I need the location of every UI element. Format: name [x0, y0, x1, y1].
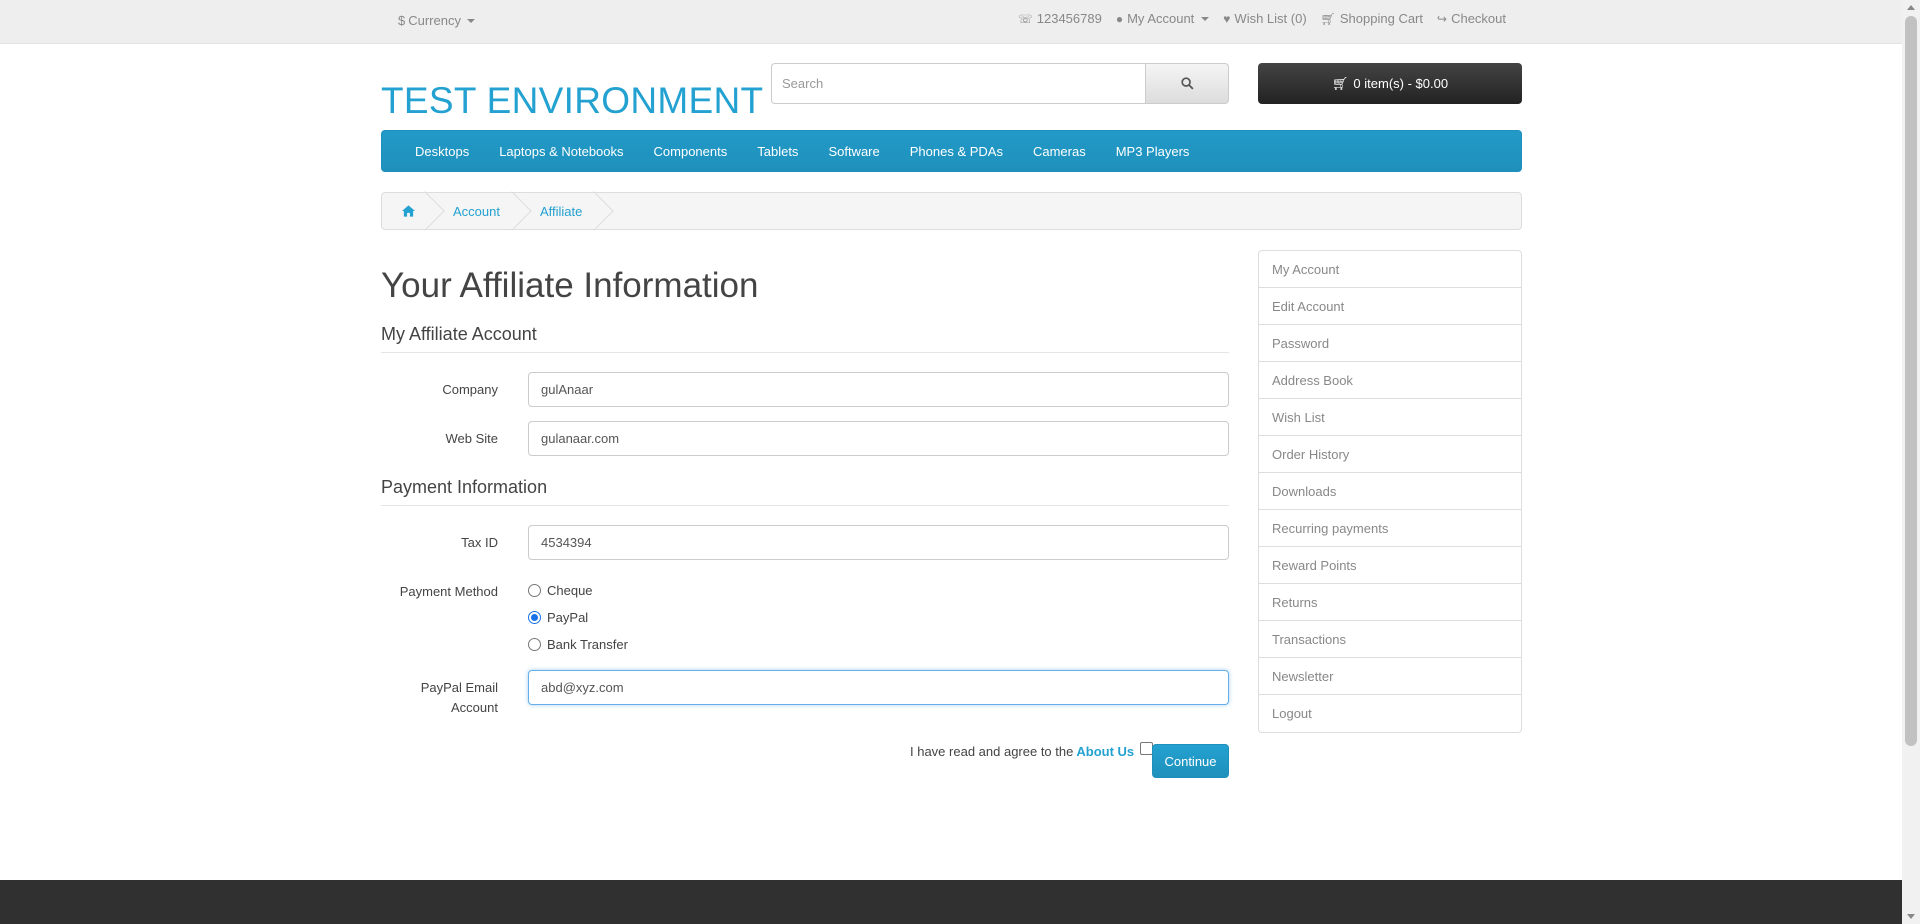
website-label: Web Site [445, 431, 498, 446]
checkout-link[interactable]: ↪ Checkout [1437, 11, 1506, 26]
caret-down-icon [1201, 16, 1210, 21]
paypal-email-input[interactable] [528, 670, 1229, 705]
menu-item-mp3[interactable]: MP3 Players [1101, 144, 1205, 159]
payment-option-cheque[interactable]: Cheque [528, 583, 593, 598]
top-bar: $ Currency ☏ 123456789 ● My Account ♥ Wi… [0, 0, 1902, 44]
heart-icon: ♥ [1223, 11, 1231, 26]
website-input[interactable] [528, 421, 1229, 456]
paypal-email-label: PayPal Email Account [381, 678, 498, 718]
currency-dropdown[interactable]: $ Currency [398, 13, 475, 28]
shopping-cart-link[interactable]: 🛒︎ Shopping Cart [1321, 11, 1423, 26]
cart-icon: 🛒︎ [1331, 75, 1349, 91]
agree-row: I have read and agree to the About Us [910, 742, 1161, 759]
payment-option-label: Cheque [547, 583, 593, 598]
menu-item-desktops[interactable]: Desktops [400, 144, 484, 159]
sidebar-item-my-account[interactable]: My Account [1259, 251, 1521, 288]
payment-option-label: PayPal [547, 610, 589, 625]
footer [0, 880, 1902, 924]
sidebar-item-order-history[interactable]: Order History [1259, 436, 1521, 473]
radio-bank-transfer[interactable] [528, 638, 541, 651]
taxid-input[interactable] [528, 525, 1229, 560]
section-payment-information: Payment Information [381, 477, 1229, 506]
scroll-thumb[interactable] [1905, 16, 1917, 746]
wishlist-label: Wish List (0) [1234, 11, 1307, 26]
payment-option-paypal[interactable]: PayPal [528, 610, 588, 625]
caret-down-icon [466, 18, 475, 23]
paypal-email-label-line1: PayPal Email [420, 680, 498, 695]
search-bar [771, 63, 1229, 104]
menu-item-software[interactable]: Software [813, 144, 894, 159]
shopping-cart-label: Shopping Cart [1339, 11, 1424, 26]
radio-cheque[interactable] [528, 584, 541, 597]
wishlist-link[interactable]: ♥ Wish List (0) [1223, 11, 1306, 26]
search-input[interactable] [771, 63, 1145, 104]
page-scrollbar[interactable] [1902, 0, 1920, 924]
my-account-label: My Account [1127, 11, 1195, 26]
payment-option-bank-transfer[interactable]: Bank Transfer [528, 637, 628, 652]
dollar-icon: $ [398, 13, 406, 28]
company-input[interactable] [528, 372, 1229, 407]
search-button[interactable] [1145, 63, 1229, 104]
page-title: Your Affiliate Information [381, 266, 759, 305]
sidebar-item-logout[interactable]: Logout [1259, 695, 1521, 732]
breadcrumb: Account Affiliate [381, 192, 1522, 230]
payment-option-label: Bank Transfer [547, 637, 628, 652]
scroll-down-arrow-icon[interactable] [1907, 914, 1915, 919]
radio-paypal[interactable] [528, 611, 541, 624]
share-icon: ↪ [1437, 11, 1448, 26]
sidebar-item-password[interactable]: Password [1259, 325, 1521, 362]
sidebar-item-transactions[interactable]: Transactions [1259, 621, 1521, 658]
top-links: ☏ 123456789 ● My Account ♥ Wish List (0)… [1018, 11, 1506, 26]
my-account-dropdown[interactable]: ● My Account [1115, 11, 1210, 26]
scroll-up-arrow-icon[interactable] [1907, 5, 1915, 10]
user-icon: ● [1115, 11, 1124, 26]
sidebar-item-newsletter[interactable]: Newsletter [1259, 658, 1521, 695]
sidebar-item-reward-points[interactable]: Reward Points [1259, 547, 1521, 584]
taxid-label: Tax ID [461, 535, 498, 550]
menu-item-cameras[interactable]: Cameras [1018, 144, 1101, 159]
phone-link[interactable]: ☏ 123456789 [1018, 11, 1102, 26]
home-icon [402, 205, 415, 217]
menu-item-tablets[interactable]: Tablets [742, 144, 813, 159]
search-icon [1180, 77, 1194, 90]
paypal-email-label-line2: Account [451, 700, 498, 715]
breadcrumb-account[interactable]: Account [433, 193, 520, 229]
menu-item-phones[interactable]: Phones & PDAs [895, 144, 1018, 159]
continue-button[interactable]: Continue [1152, 744, 1229, 778]
agree-text: I have read and agree to the [910, 744, 1074, 759]
sidebar-item-wish-list[interactable]: Wish List [1259, 399, 1521, 436]
checkout-label: Checkout [1451, 11, 1506, 26]
sidebar-item-downloads[interactable]: Downloads [1259, 473, 1521, 510]
phone-number: 123456789 [1036, 11, 1102, 26]
sidebar-item-recurring-payments[interactable]: Recurring payments [1259, 510, 1521, 547]
company-label: Company [442, 382, 498, 397]
breadcrumb-home[interactable] [382, 193, 433, 229]
site-logo[interactable]: TEST ENVIRONMENT [381, 80, 763, 122]
cart-summary: 0 item(s) - $0.00 [1353, 76, 1449, 91]
sidebar-item-edit-account[interactable]: Edit Account [1259, 288, 1521, 325]
section-my-affiliate-account: My Affiliate Account [381, 324, 1229, 353]
currency-label: Currency [408, 13, 461, 28]
about-us-link[interactable]: About Us [1076, 744, 1134, 759]
main-menu: Desktops Laptops & Notebooks Components … [381, 130, 1522, 172]
sidebar-item-returns[interactable]: Returns [1259, 584, 1521, 621]
sidebar-item-address-book[interactable]: Address Book [1259, 362, 1521, 399]
cart-summary-button[interactable]: 🛒︎ 0 item(s) - $0.00 [1258, 63, 1522, 104]
cart-icon: 🛒︎ [1320, 11, 1336, 26]
phone-icon: ☏ [1017, 11, 1033, 26]
account-sidebar: My Account Edit Account Password Address… [1258, 250, 1522, 733]
breadcrumb-affiliate[interactable]: Affiliate [520, 193, 602, 229]
menu-item-components[interactable]: Components [639, 144, 743, 159]
payment-method-label: Payment Method [399, 584, 498, 599]
menu-item-laptops[interactable]: Laptops & Notebooks [484, 144, 638, 159]
